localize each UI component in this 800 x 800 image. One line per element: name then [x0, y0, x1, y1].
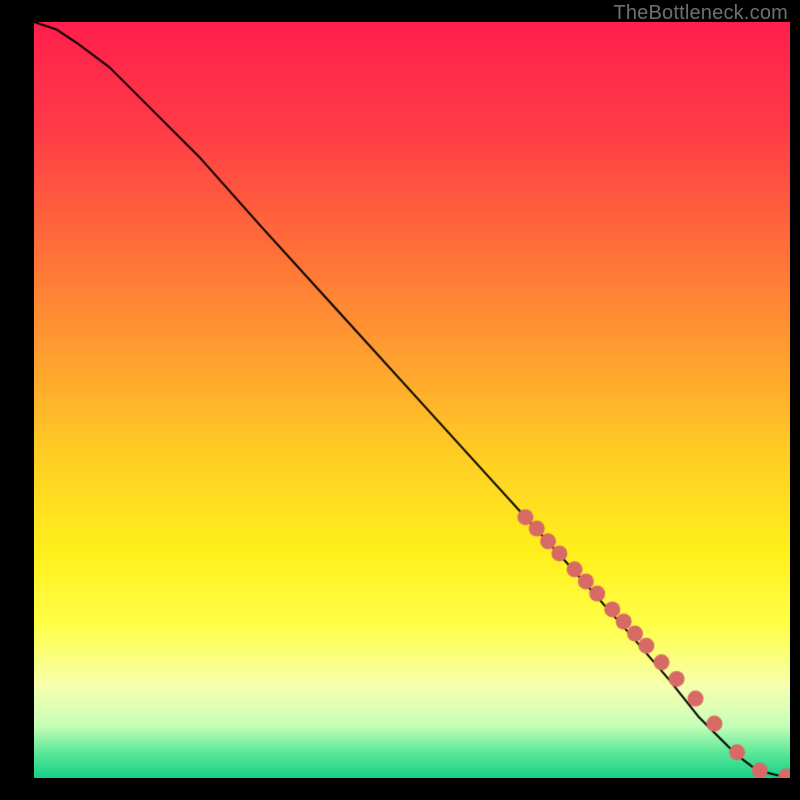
chart-frame: TheBottleneck.com: [0, 0, 800, 800]
watermark-label: TheBottleneck.com: [613, 2, 788, 25]
plot-area: [34, 22, 790, 778]
curve-layer: [34, 22, 790, 778]
